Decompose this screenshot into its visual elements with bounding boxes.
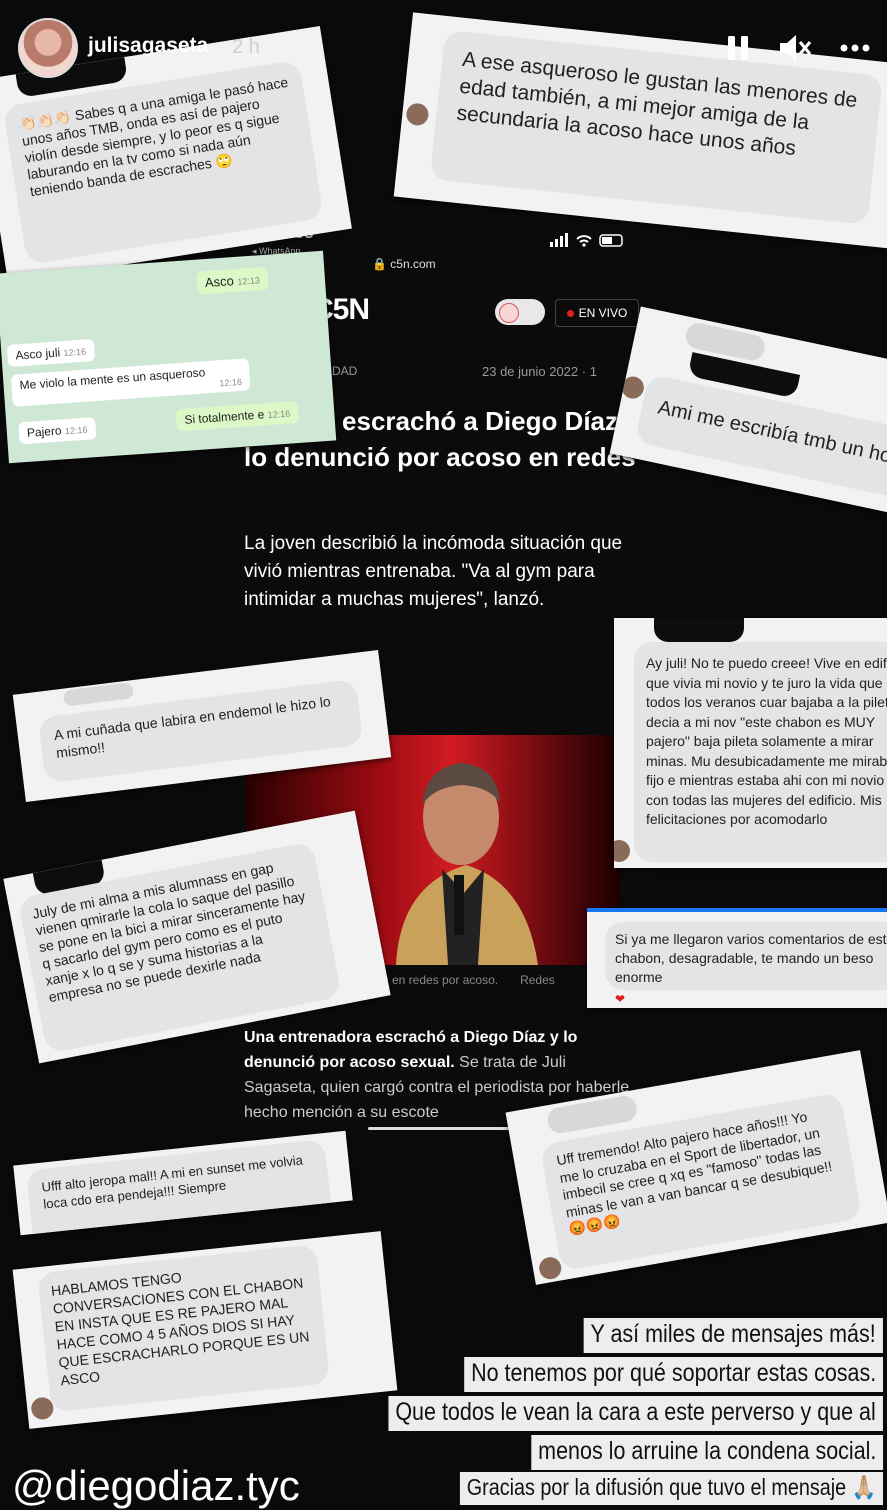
phone-notch	[654, 618, 744, 642]
message-card-10: HABLAMOS TENGO CONVERSACIONES CON EL CHA…	[12, 1231, 398, 1429]
live-button[interactable]: EN VIVO	[555, 299, 639, 327]
live-dot-icon	[566, 310, 574, 318]
message-card-5: Ay juli! No te puedo creee! Vive en edif…	[614, 618, 887, 868]
previous-bubble	[62, 682, 135, 707]
message-text-3: Ami me escribía tmb un hor	[656, 396, 887, 469]
caption-line-4: menos lo arruine la condena social.	[531, 1435, 883, 1470]
message-text-5: Ay juli! No te puedo creee! Vive en edif…	[646, 655, 887, 827]
chat-message-out-1: Asco 12:13	[196, 266, 269, 295]
message-card-8: Ufff alto jeropa mal!! A mi en sunset me…	[13, 1130, 353, 1236]
message-bubble-5: Ay juli! No te puedo creee! Vive en edif…	[634, 642, 887, 862]
chat-message-in-2: Me violo la mente es un asqueroso 12:16	[10, 358, 251, 407]
message-bubble-3: Ami me escribía tmb un hor	[634, 373, 887, 505]
article-date: 23 de junio 2022 · 1	[482, 364, 597, 379]
whatsapp-chat-card: Asco 12:13 Asco juli 12:16 Me violo la m…	[0, 250, 337, 464]
sender-avatar[interactable]	[537, 1255, 563, 1281]
username[interactable]: julisagaseta	[88, 34, 208, 58]
progress-line	[587, 908, 887, 912]
message-text-10: HABLAMOS TENGO CONVERSACIONES CON EL CHA…	[50, 1269, 311, 1389]
more-icon[interactable]	[838, 28, 874, 68]
sender-avatar[interactable]	[614, 840, 630, 862]
article-lead: La joven describió la incómoda situación…	[244, 533, 623, 610]
url-bar[interactable]: 🔒 c5n.com	[372, 257, 436, 271]
chat-message-in-1: Asco juli 12:16	[6, 339, 95, 368]
live-label: EN VIVO	[578, 306, 628, 320]
message-bubble-10: HABLAMOS TENGO CONVERSACIONES CON EL CHA…	[37, 1243, 331, 1413]
message-bubble-8: Ufff alto jeropa mal!! A mi en sunset me…	[25, 1139, 333, 1236]
avatar[interactable]	[18, 18, 78, 78]
url-text: c5n.com	[390, 257, 436, 271]
caption-line-1: Y así miles de mensajes más!	[584, 1318, 883, 1353]
heart-reaction-icon: ❤	[615, 992, 626, 1006]
mute-icon[interactable]	[776, 28, 812, 68]
caption-line-5: Gracias por la difusión que tuvo el mens…	[459, 1472, 883, 1505]
signal-battery-icon	[550, 233, 630, 254]
message-text-8: Ufff alto jeropa mal!! A mi en sunset me…	[40, 1152, 304, 1212]
chat-message-in-3: Pajero 12:16	[18, 417, 97, 445]
story-header: julisagaseta 2 h	[0, 0, 887, 100]
message-bubble-7: Si ya me llegaron varios comentarios de …	[605, 922, 887, 990]
caption-line-3: Que todos le vean la cara a este pervers…	[388, 1396, 883, 1431]
theme-toggle[interactable]	[495, 299, 545, 325]
time-ago: 2 h	[232, 36, 260, 58]
chat-message-out-2: Si totalmente e 12:16	[175, 400, 299, 432]
mention-sticker[interactable]: @diegodiaz.tyc	[12, 1462, 300, 1510]
message-card-7: Si ya me llegaron varios comentarios de …	[587, 908, 887, 1008]
sender-avatar[interactable]	[405, 102, 430, 127]
caption-line-2: No tenemos por qué soportar estas cosas.	[464, 1357, 883, 1392]
pause-icon[interactable]	[720, 28, 756, 68]
message-text-7: Si ya me llegaron varios comentarios de …	[615, 931, 887, 985]
